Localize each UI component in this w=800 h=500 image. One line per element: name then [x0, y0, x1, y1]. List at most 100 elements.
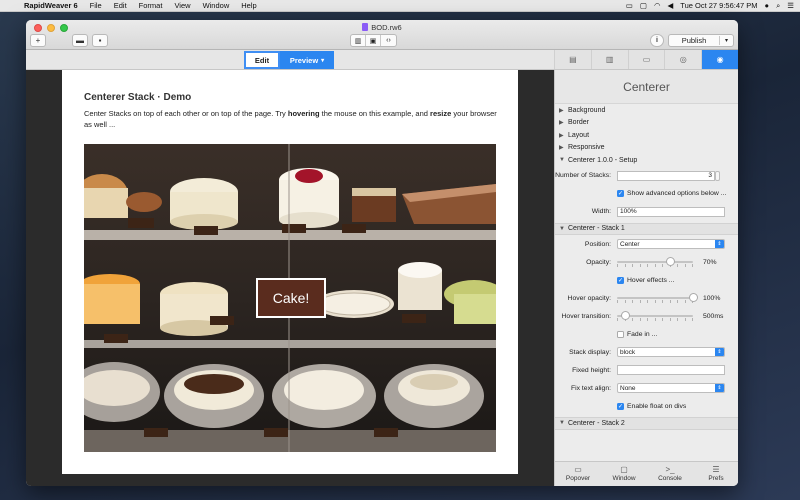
publish-label[interactable]: Publish: [669, 36, 720, 45]
hover-opacity-slider[interactable]: [617, 293, 698, 303]
section-background[interactable]: ▶ Background: [555, 104, 738, 117]
notification-center-icon[interactable]: ☰: [787, 1, 794, 10]
prefs-label: Prefs: [708, 475, 724, 482]
theme-icon: ▬: [76, 36, 84, 45]
popover-label: Popover: [565, 475, 591, 482]
add-page-button[interactable]: +: [30, 34, 46, 47]
console-button[interactable]: >_ Console: [647, 462, 693, 486]
show-advanced-checkbox[interactable]: ✓ Show advanced options below ...: [617, 190, 726, 197]
inspector-tabs: ▤ ▥ ▭ ◎ ◉: [554, 50, 738, 70]
checkbox-checked-icon: ✓: [617, 276, 624, 284]
info-button[interactable]: i: [650, 34, 664, 47]
spotlight-icon[interactable]: ⌕: [776, 1, 780, 11]
number-of-stacks-stepper[interactable]: [715, 170, 720, 181]
theme-button[interactable]: ▬: [72, 34, 88, 47]
console-label: Console: [658, 475, 682, 482]
section-stack2[interactable]: ▼ Centerer - Stack 2: [555, 417, 738, 430]
wifi-icon[interactable]: ◠: [654, 1, 661, 10]
code-view-icon[interactable]: ‹›: [381, 35, 396, 46]
resources-button[interactable]: ▪: [92, 34, 108, 47]
number-of-stacks-field[interactable]: 3: [617, 170, 720, 181]
window-label: Window: [612, 475, 636, 482]
menu-format[interactable]: Format: [133, 1, 169, 10]
section-layout[interactable]: ▶ Layout: [555, 129, 738, 142]
row-fix-text-align: Fix text align: None ⇕: [555, 379, 738, 397]
clock-text[interactable]: Tue Oct 27 9:56:47 PM: [680, 1, 757, 10]
document-file-icon: [362, 23, 369, 31]
airplay-icon[interactable]: ▢: [640, 1, 647, 10]
menu-extra-icon[interactable]: ▭: [626, 1, 633, 10]
cake-hover-button[interactable]: Cake!: [256, 278, 326, 318]
fix-text-align-label: Fix text align:: [570, 384, 611, 392]
tab-stacks-icon[interactable]: ◉: [701, 50, 738, 69]
enable-float-checkbox[interactable]: ✓ Enable float on divs: [617, 402, 686, 410]
fix-text-align-select[interactable]: None ⇕: [617, 383, 725, 393]
menu-edit[interactable]: Edit: [108, 1, 133, 10]
section-stack1[interactable]: ▼ Centerer - Stack 1: [555, 222, 738, 235]
checkbox-checked-icon: ✓: [617, 402, 624, 410]
row-stack-display: Stack display: block ⇕: [555, 343, 738, 361]
user-icon[interactable]: ●: [765, 1, 770, 10]
hover-effects-checkbox[interactable]: ✓ Hover effects ...: [617, 276, 675, 284]
intro-bold-2: resize: [430, 109, 452, 118]
popover-icon: ▭: [574, 465, 582, 474]
sidebar-toggle-icon[interactable]: ▥: [351, 35, 366, 46]
tab-seo-icon[interactable]: ◎: [664, 50, 701, 69]
fade-in-checkbox[interactable]: Fade in ...: [617, 330, 657, 338]
hover-transition-slider[interactable]: [617, 311, 693, 321]
stack-display-value: block: [620, 348, 636, 356]
cake-display-image: Cake!: [84, 144, 496, 452]
prefs-button[interactable]: ☰ Prefs: [693, 462, 738, 486]
popover-button[interactable]: ▭ Popover: [555, 462, 601, 486]
checkbox-checked-icon: ✓: [617, 190, 624, 197]
preview-mode-label: Preview: [289, 55, 319, 65]
stack-display-select[interactable]: block ⇕: [617, 347, 725, 357]
show-advanced-label: Show advanced options below ...: [627, 190, 727, 197]
volume-icon[interactable]: ◀: [667, 1, 673, 10]
menu-window[interactable]: Window: [197, 1, 236, 10]
resources-icon: ▪: [98, 36, 102, 45]
position-label: Position:: [584, 240, 611, 248]
menu-view[interactable]: View: [168, 1, 196, 10]
menu-file[interactable]: File: [84, 1, 108, 10]
window-button[interactable]: ▢ Window: [601, 462, 647, 486]
app-window: BOD.rw6 + ▬ ▪ ▥ ▣ ‹› i Publish ▾ Edit Pr…: [26, 20, 738, 486]
chevron-down-icon: ▾: [321, 57, 325, 64]
publish-dropdown-icon[interactable]: ▾: [720, 37, 733, 44]
opacity-slider[interactable]: [617, 257, 693, 267]
position-select[interactable]: Center ⇕: [617, 239, 725, 249]
width-field[interactable]: 100%: [617, 206, 725, 217]
row-number-of-stacks: Number of Stacks: 3: [555, 167, 738, 185]
preview-mode-tab[interactable]: Preview ▾: [280, 51, 334, 69]
publish-button[interactable]: Publish ▾: [668, 34, 734, 47]
fixed-height-field[interactable]: [617, 365, 725, 375]
mode-bar: Edit Preview ▾: [26, 50, 554, 70]
opacity-label: Opacity:: [586, 258, 611, 266]
hover-transition-slider-knob[interactable]: [620, 311, 630, 320]
hover-transition-value: 500ms: [703, 312, 724, 320]
section-border[interactable]: ▶ Border: [555, 117, 738, 130]
tab-general-icon[interactable]: ▤: [554, 50, 591, 69]
disclosure-down-icon: ▼: [559, 157, 565, 164]
hover-effects-label: Hover effects ...: [627, 276, 675, 284]
disclosure-down-icon: ▼: [559, 225, 565, 232]
hover-opacity-slider-knob[interactable]: [689, 293, 698, 302]
web-page: Centerer Stack · Demo Center Stacks on t…: [62, 70, 518, 474]
fixed-height-label: Fixed height:: [572, 366, 611, 374]
edit-mode-tab[interactable]: Edit: [244, 51, 280, 69]
disclosure-right-icon: ▶: [559, 145, 564, 152]
tab-header-icon[interactable]: ▭: [627, 50, 665, 69]
section-setup[interactable]: ▼ Centerer 1.0.0 - Setup: [555, 154, 738, 167]
row-show-advanced: ✓ Show advanced options below ...: [555, 185, 738, 203]
stacks-inspector: Centerer ▶ Background ▶ Border ▶ Layout …: [554, 70, 738, 486]
menu-app-name[interactable]: RapidWeaver 6: [18, 1, 84, 10]
document-title: BOD.rw6: [26, 23, 738, 32]
section-background-label: Background: [568, 106, 606, 114]
document-title-text: BOD.rw6: [371, 23, 402, 32]
tab-page-icon[interactable]: ▥: [590, 50, 628, 69]
section-responsive[interactable]: ▶ Responsive: [555, 142, 738, 155]
menu-help[interactable]: Help: [235, 1, 262, 10]
preview-mode-icon[interactable]: ▣: [366, 35, 381, 46]
hover-opacity-label: Hover opacity:: [567, 294, 611, 302]
section-stack2-label: Centerer - Stack 2: [568, 419, 625, 427]
